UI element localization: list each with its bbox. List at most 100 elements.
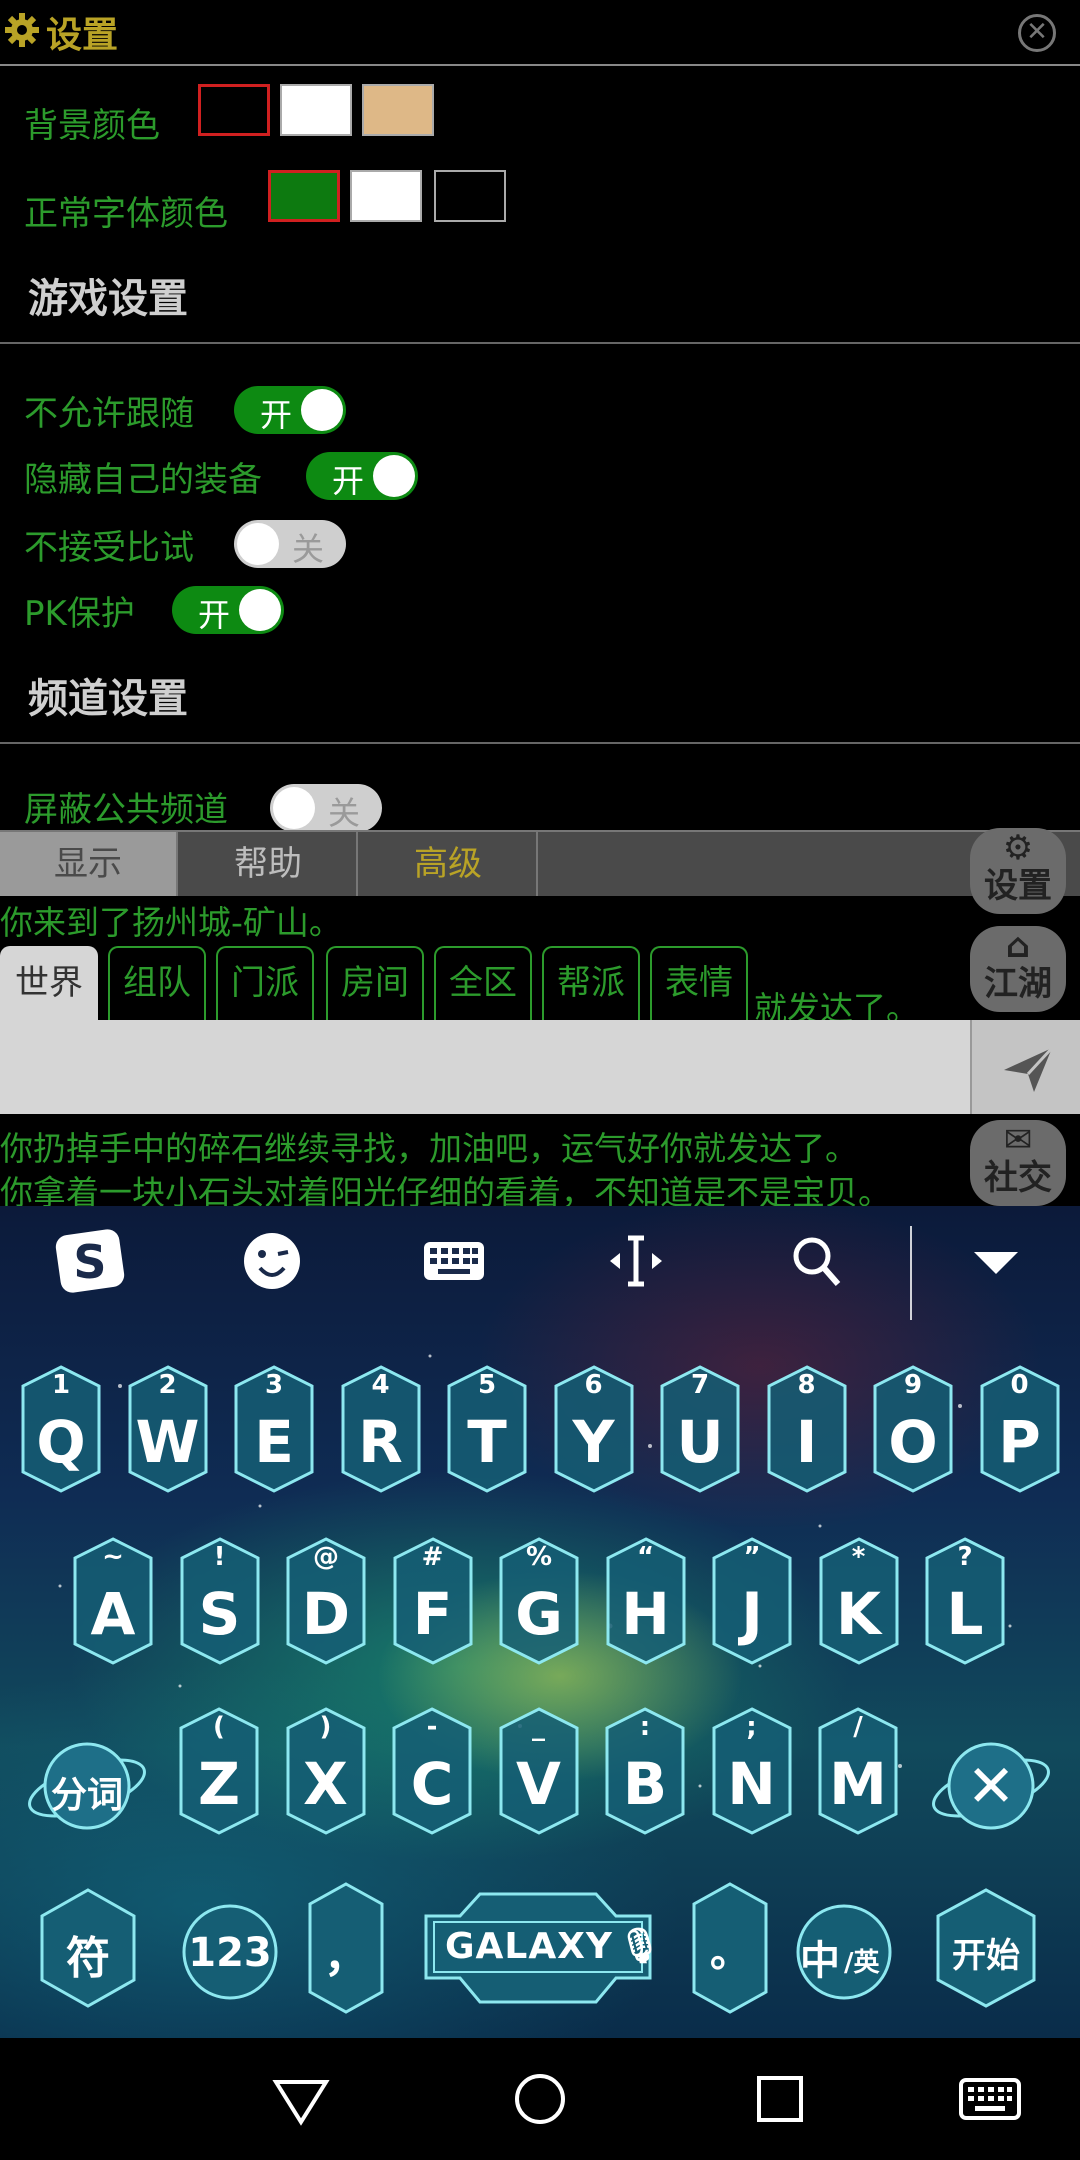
key-w[interactable]: 2W: [127, 1364, 209, 1494]
toggle-state: 开: [332, 462, 365, 500]
social-button[interactable]: ✉ 社交: [970, 1120, 1066, 1206]
space-key-label: GALAXY: [444, 1926, 614, 1967]
key-o[interactable]: 9O: [872, 1364, 954, 1494]
back-triangle-icon[interactable]: [266, 2064, 336, 2134]
keyboard-icon[interactable]: [414, 1226, 494, 1296]
font-swatch-white[interactable]: [350, 170, 422, 222]
key-letter-label: Y: [572, 1408, 615, 1476]
toggle-label-block-public: 屏蔽公共频道: [24, 790, 228, 830]
keyboard-switch-icon[interactable]: [955, 2064, 1025, 2134]
key-secondary-label: _: [532, 1712, 545, 1742]
no-duel-toggle[interactable]: 关: [234, 520, 346, 568]
channel-tab-emoji[interactable]: 表情: [650, 946, 748, 1020]
key-secondary-label: 3: [264, 1370, 284, 1400]
symbol-key-label: 符: [66, 1933, 110, 1984]
key-secondary-label: 5: [477, 1370, 497, 1400]
block-public-channel-toggle[interactable]: 关: [270, 784, 382, 832]
key-letter-label: Q: [36, 1408, 86, 1476]
key-e[interactable]: 3E: [233, 1364, 315, 1494]
home-circle-icon[interactable]: [505, 2064, 575, 2134]
key-y[interactable]: 6Y: [553, 1364, 635, 1494]
tab-help[interactable]: 帮助: [180, 832, 358, 896]
key-a[interactable]: ~ A: [72, 1536, 154, 1666]
channel-tab-guild[interactable]: 帮派: [542, 946, 640, 1020]
emoji-icon[interactable]: [232, 1226, 312, 1296]
bg-swatch-black[interactable]: [198, 84, 270, 136]
settings-button[interactable]: ⚙ 设置: [970, 828, 1066, 914]
no-follow-toggle[interactable]: 开: [234, 386, 346, 434]
key-u[interactable]: 7U: [659, 1364, 741, 1494]
key-l[interactable]: ? L: [924, 1536, 1006, 1666]
channel-tab-all-server[interactable]: 全区: [434, 946, 532, 1020]
key-f[interactable]: # F: [392, 1536, 474, 1666]
sogou-logo-icon[interactable]: S: [50, 1226, 130, 1296]
pk-protection-toggle[interactable]: 开: [172, 586, 284, 634]
key-letter-label: N: [727, 1750, 776, 1818]
send-button[interactable]: [970, 1020, 1080, 1114]
key-q[interactable]: 1Q: [20, 1364, 102, 1494]
chat-message: 你来到了扬州城-矿山。: [0, 903, 342, 942]
key-letter-label: W: [135, 1408, 200, 1476]
key-n[interactable]: ; N: [711, 1706, 793, 1836]
comma-key[interactable]: ，: [306, 1880, 386, 2016]
bg-swatch-white[interactable]: [280, 84, 352, 136]
key-b[interactable]: :B: [604, 1706, 686, 1836]
key-letter-label: X: [303, 1750, 348, 1818]
jianghu-button[interactable]: ⌂ 江湖: [970, 926, 1066, 1012]
symbol-key[interactable]: 符: [38, 1886, 138, 2010]
cursor-move-icon[interactable]: [596, 1226, 676, 1296]
key-letter-label: I: [795, 1408, 818, 1476]
font-swatch-black[interactable]: [434, 170, 506, 222]
settings-title: 设置: [46, 15, 119, 56]
key-letter-label: G: [515, 1580, 563, 1648]
space-key[interactable]: GALAXY 🎙: [420, 1886, 661, 2010]
period-key[interactable]: 。: [690, 1880, 770, 2016]
key-i[interactable]: 8I: [766, 1364, 848, 1494]
delete-key[interactable]: ✕: [928, 1726, 1054, 1846]
font-swatch-green[interactable]: [268, 170, 340, 222]
key-z[interactable]: (Z: [178, 1706, 260, 1836]
key-r[interactable]: 4R: [340, 1364, 422, 1494]
bg-swatch-tan[interactable]: [362, 84, 434, 136]
key-c[interactable]: -C: [391, 1706, 473, 1836]
close-icon[interactable]: ✕: [1018, 14, 1056, 52]
channel-tab-sect[interactable]: 门派: [216, 946, 314, 1020]
search-icon[interactable]: [778, 1226, 858, 1296]
tab-display[interactable]: 显示: [0, 832, 178, 896]
start-key[interactable]: 开始: [934, 1886, 1038, 2010]
number-key-label: 123: [188, 1930, 272, 1976]
key-g[interactable]: % G: [498, 1536, 580, 1666]
key-h[interactable]: “H: [605, 1536, 687, 1666]
tab-advanced[interactable]: 高级: [360, 832, 538, 896]
key-x[interactable]: ) X: [285, 1706, 367, 1836]
hide-equipment-toggle[interactable]: 开: [306, 452, 418, 500]
key-letter-label: R: [358, 1408, 403, 1476]
key-secondary-label: 8: [797, 1370, 816, 1400]
key-secondary-label: “: [636, 1542, 655, 1572]
channel-tab-team[interactable]: 组队: [108, 946, 206, 1020]
key-secondary-label: 4: [371, 1370, 390, 1400]
recents-square-icon[interactable]: [745, 2064, 815, 2134]
key-letter-label: V: [516, 1750, 561, 1818]
channel-tab-room[interactable]: 房间: [326, 946, 424, 1020]
key-letter-label: B: [622, 1750, 668, 1818]
comma-key-label: ，: [324, 1931, 368, 1982]
segment-key[interactable]: 分词: [24, 1726, 150, 1846]
chat-input[interactable]: [0, 1020, 968, 1114]
key-t[interactable]: 5T: [446, 1364, 528, 1494]
key-k[interactable]: * K: [818, 1536, 900, 1666]
channel-tab-world[interactable]: 世界: [0, 946, 98, 1020]
key-letter-label: Z: [197, 1750, 241, 1818]
key-m[interactable]: / M: [817, 1706, 899, 1836]
key-secondary-label: 0: [1010, 1370, 1029, 1400]
key-s[interactable]: ! S: [179, 1536, 261, 1666]
key-d[interactable]: @ D: [285, 1536, 367, 1666]
settings-panel: 设置 ✕ 背景颜色 正常字体颜色 游戏设置 不允许跟随 开 隐藏自己的装备 开 …: [0, 0, 1080, 832]
key-j[interactable]: ” J: [711, 1536, 793, 1666]
key-v[interactable]: _ V: [498, 1706, 580, 1836]
language-switch-key[interactable]: 中 /英: [794, 1886, 894, 2010]
collapse-keyboard-icon[interactable]: [956, 1226, 1036, 1296]
key-letter-label: S: [198, 1580, 241, 1648]
number-key[interactable]: 123: [180, 1886, 280, 2010]
key-p[interactable]: 0P: [979, 1364, 1061, 1494]
